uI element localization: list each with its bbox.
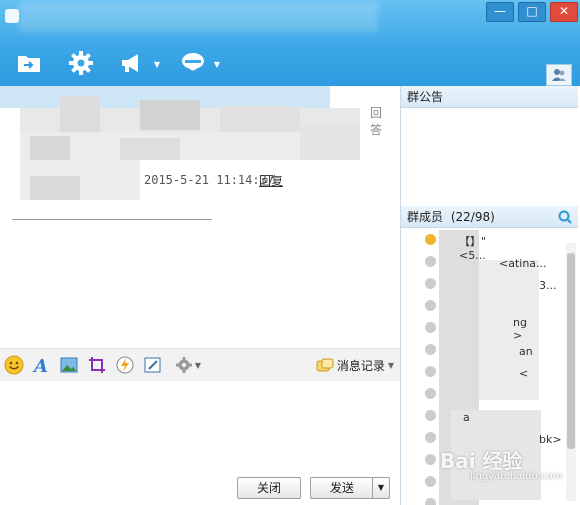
pixelated-message bbox=[0, 86, 380, 206]
lightning-icon bbox=[116, 356, 134, 374]
member-name: <atina... bbox=[499, 256, 547, 270]
announce-button[interactable]: ▼ bbox=[116, 48, 160, 78]
members-count: (22/98) bbox=[450, 210, 495, 224]
chat-pane: 回 答 2015-5-21 11:14:37 回复 A ▼ 消息记录 ▼ 关闭 … bbox=[0, 86, 400, 505]
settings-gear-icon bbox=[175, 357, 192, 373]
member-name: bk> bbox=[539, 432, 562, 446]
status-icon bbox=[425, 454, 436, 465]
input-toolbar: A ▼ 消息记录 ▼ bbox=[0, 348, 400, 382]
status-icon bbox=[425, 322, 436, 333]
chat-mode-icon bbox=[182, 53, 204, 71]
member-name: a bbox=[463, 410, 470, 424]
chat-window: — □ ✕ ▼ ▼ 回 答 2015-5-21 11:14:37 回复 A ▼ … bbox=[0, 0, 580, 505]
share-file-button[interactable] bbox=[12, 48, 46, 78]
chevron-down-icon: ▼ bbox=[387, 361, 394, 370]
chevron-down-icon: ▼ bbox=[194, 360, 202, 370]
member-name: ng > bbox=[513, 316, 527, 342]
watermark-url: jingyan.baidu.com bbox=[470, 471, 563, 482]
bottom-action-bar: 关闭 发送 ▼ bbox=[0, 471, 400, 505]
status-icon bbox=[425, 498, 436, 505]
message-history-button[interactable]: 消息记录 ▼ bbox=[316, 357, 394, 374]
settings-gear-icon bbox=[69, 51, 93, 75]
emoji-button[interactable] bbox=[3, 354, 25, 376]
watermark-logo: Bai 经验 bbox=[440, 449, 523, 473]
status-icon bbox=[425, 344, 436, 355]
chat-mode-button[interactable]: ▼ bbox=[176, 48, 220, 78]
members-title: 群成员 bbox=[407, 210, 444, 224]
chevron-down-icon: ▼ bbox=[153, 60, 160, 69]
app-icon bbox=[5, 9, 19, 23]
image-button[interactable] bbox=[58, 354, 80, 376]
close-window-button[interactable]: ✕ bbox=[550, 2, 578, 22]
minimize-button[interactable]: — bbox=[486, 2, 514, 22]
announcement-header: 群公告 bbox=[401, 86, 578, 108]
member-name: 3... bbox=[539, 278, 557, 292]
edit-icon bbox=[144, 357, 161, 373]
announce-megaphone-icon bbox=[122, 54, 138, 72]
member-name: an bbox=[519, 344, 533, 358]
member-list-scrollbar[interactable] bbox=[566, 243, 576, 501]
message-timestamp: 2015-5-21 11:14:37 bbox=[144, 173, 275, 187]
members-header: 群成员 (22/98) bbox=[401, 206, 578, 228]
toolbar: ▼ ▼ bbox=[0, 46, 220, 80]
chevron-down-icon: ▼ bbox=[213, 60, 220, 69]
folder-share-icon bbox=[18, 56, 40, 72]
settings-button[interactable] bbox=[64, 48, 98, 78]
send-button[interactable]: 发送 bbox=[310, 477, 374, 499]
online-status-icon bbox=[425, 234, 436, 245]
font-a-icon: A bbox=[32, 356, 48, 375]
status-icon bbox=[425, 388, 436, 399]
whiteboard-button[interactable] bbox=[142, 354, 164, 376]
font-button[interactable]: A bbox=[30, 354, 52, 376]
smiley-icon bbox=[4, 355, 24, 375]
title-bar: — □ ✕ ▼ ▼ bbox=[0, 0, 580, 86]
member-name: "#·····【】"<5... bbox=[459, 230, 491, 262]
group-side-panel: 群公告 群成员 (22/98) "#·····【】"<5... <atina..… bbox=[401, 86, 580, 505]
truncated-side-char: 回 bbox=[370, 106, 383, 120]
truncated-side-char: 答 bbox=[370, 123, 383, 137]
shake-button[interactable] bbox=[114, 354, 136, 376]
screenshot-button[interactable] bbox=[86, 354, 108, 376]
status-icon bbox=[425, 410, 436, 421]
search-icon[interactable] bbox=[558, 210, 572, 224]
reply-link[interactable]: 回复 bbox=[259, 172, 283, 189]
crop-icon bbox=[89, 357, 105, 373]
image-icon bbox=[60, 357, 78, 373]
more-tools-button[interactable]: ▼ bbox=[170, 354, 206, 376]
announcement-content bbox=[401, 109, 578, 208]
announcement-title: 群公告 bbox=[407, 90, 444, 104]
scrollbar-thumb[interactable] bbox=[567, 253, 575, 449]
message-divider bbox=[12, 219, 212, 220]
status-icon bbox=[425, 278, 436, 289]
history-bubble-icon bbox=[316, 358, 334, 371]
send-options-button[interactable]: ▼ bbox=[372, 477, 390, 499]
member-name: < bbox=[519, 366, 529, 380]
status-icon bbox=[425, 366, 436, 377]
blurred-title bbox=[18, 2, 378, 32]
message-history-label: 消息记录 bbox=[336, 359, 385, 373]
members-toggle-button[interactable] bbox=[546, 64, 572, 86]
status-icon bbox=[425, 432, 436, 443]
svg-text:A: A bbox=[32, 356, 48, 375]
maximize-button[interactable]: □ bbox=[518, 2, 546, 22]
close-button[interactable]: 关闭 bbox=[237, 477, 301, 499]
status-icon bbox=[425, 256, 436, 267]
window-controls: — □ ✕ bbox=[486, 2, 578, 22]
message-editor[interactable] bbox=[0, 381, 400, 471]
status-icon bbox=[425, 476, 436, 487]
group-members-icon bbox=[552, 69, 566, 81]
status-icon bbox=[425, 300, 436, 311]
